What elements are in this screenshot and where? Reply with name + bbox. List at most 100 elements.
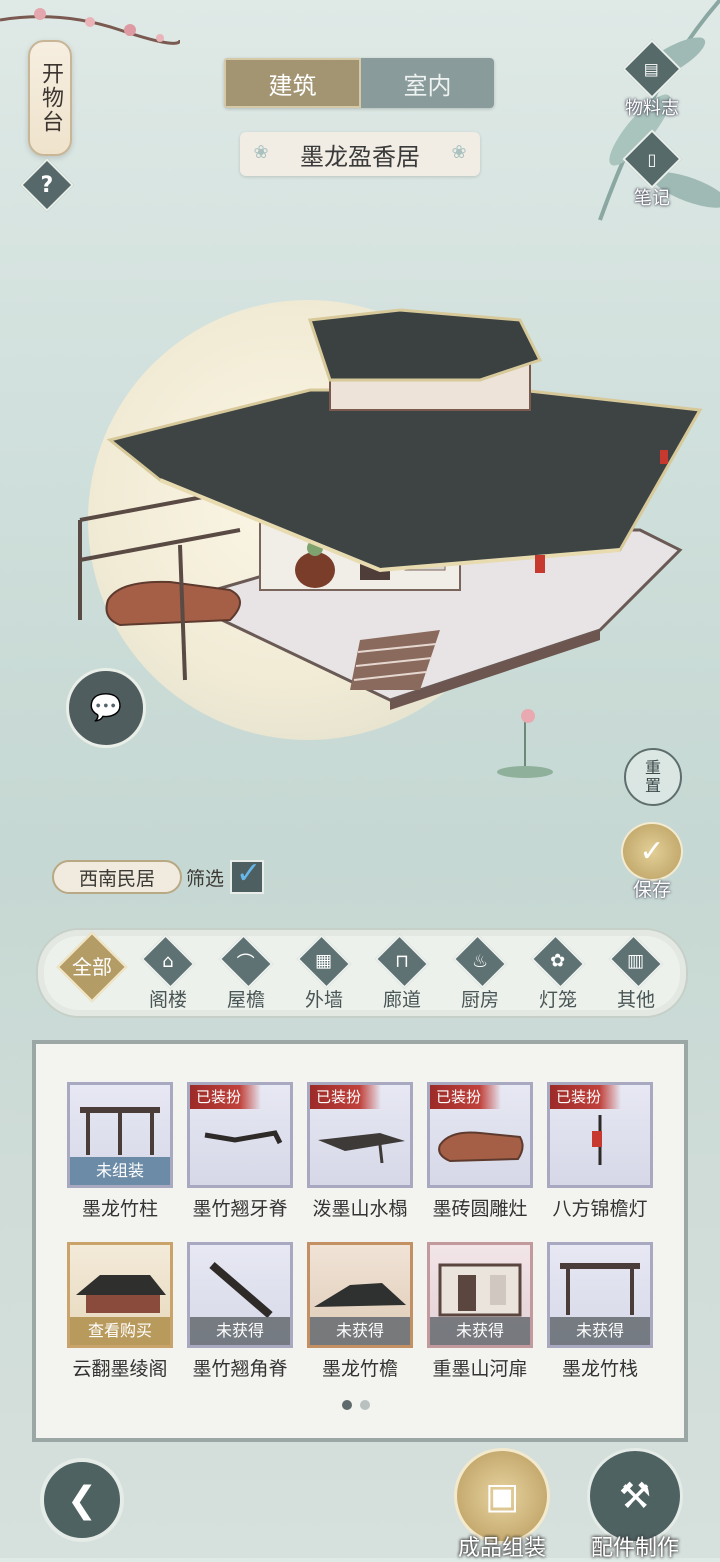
item-card[interactable]: 未获得 墨竹翘角脊 (187, 1242, 293, 1382)
help-button[interactable]: ? (20, 158, 74, 212)
item-name: 墨龙竹檐 (321, 1358, 398, 1380)
plum-branch-decoration (0, 8, 180, 45)
item-card[interactable]: 查看购买 云翻墨绫阁 (67, 1242, 173, 1382)
flower-icon: ❀ (253, 142, 269, 163)
item-name: 泼墨山水榻 (312, 1198, 408, 1220)
building-title-bar: ❀ 墨龙盈香居 ❀ (240, 132, 480, 176)
category-label: 其他 (616, 989, 655, 1011)
category-kitchen[interactable]: ♨ 厨房 (444, 934, 516, 1012)
page-dot[interactable] (342, 1400, 352, 1410)
item-name: 墨龙竹栈 (561, 1358, 638, 1380)
chat-button[interactable]: 💬 (66, 668, 146, 748)
tab-interior[interactable]: 室内 (361, 58, 494, 108)
region-selector[interactable]: 西南民居 (52, 860, 182, 894)
item-thumbnail: 未获得 (547, 1242, 653, 1348)
item-card[interactable]: 已装扮 墨竹翘牙脊 (187, 1082, 293, 1222)
item-card[interactable]: 未组装 墨龙竹柱 (67, 1082, 173, 1222)
other-icon: ▥ (608, 934, 664, 989)
equipped-tag: 已装扮 (310, 1085, 382, 1109)
item-thumbnail: 未获得 (187, 1242, 293, 1348)
category-label: 屋檐 (226, 989, 265, 1011)
item-name: 重墨山河扉 (432, 1358, 528, 1380)
item-thumbnail: 已装扮 (427, 1082, 533, 1188)
item-thumbnail: 未组装 (67, 1082, 173, 1188)
craft-button[interactable]: ⚒ 配件制作 (580, 1448, 690, 1562)
back-button[interactable]: ❮ (40, 1458, 124, 1542)
materials-button[interactable]: ▤ 物料志 (612, 39, 692, 120)
mode-tabs: 建筑 室内 (224, 58, 494, 108)
item-card[interactable]: 未获得 墨龙竹栈 (547, 1242, 653, 1382)
equipped-tag: 已装扮 (190, 1085, 262, 1109)
equipped-tag: 已装扮 (430, 1085, 502, 1109)
filter-checkbox[interactable] (230, 856, 265, 894)
page-dot[interactable] (360, 1400, 370, 1410)
item-status: 未获得 (190, 1317, 290, 1345)
lantern-icon: ✿ (530, 934, 586, 989)
chat-bubble-icon: 💬 (89, 693, 123, 723)
kitchen-icon: ♨ (452, 934, 508, 989)
category-other[interactable]: ▥ 其他 (600, 934, 672, 1012)
category-label: 阁楼 (148, 989, 187, 1011)
assemble-label: 成品组装 (457, 1536, 546, 1561)
category-pavilion[interactable]: ⌂ 阁楼 (132, 934, 204, 1012)
notes-button[interactable]: ▯ 笔记 (612, 129, 692, 210)
item-card[interactable]: 已装扮 泼墨山水榻 (307, 1082, 413, 1222)
pillar-frame-icon (80, 1107, 160, 1155)
item-name: 墨竹翘牙脊 (192, 1198, 288, 1220)
item-name: 云翻墨绫阁 (72, 1358, 168, 1380)
category-wall[interactable]: ▦ 外墙 (288, 934, 360, 1012)
save-button[interactable]: ✓ 保存 (620, 822, 684, 902)
category-all[interactable]: 全部 (56, 931, 128, 1012)
item-status: 未获得 (550, 1317, 650, 1345)
item-card[interactable]: 未获得 墨龙竹檐 (307, 1242, 413, 1382)
category-label: 灯笼 (538, 989, 577, 1011)
item-name: 墨砖圆雕灶 (432, 1198, 528, 1220)
reset-label-1: 重 (644, 758, 661, 777)
category-label: 厨房 (460, 989, 499, 1011)
wall-icon: ▦ (296, 934, 352, 989)
item-thumbnail: 未获得 (427, 1242, 533, 1348)
trellis-icon (560, 1263, 640, 1315)
save-label: 保存 (632, 879, 671, 901)
item-card[interactable]: 未获得 重墨山河扉 (427, 1242, 533, 1382)
assemble-button[interactable]: ▣ 成品组装 (452, 1448, 552, 1562)
cards-icon: ▤ (622, 39, 682, 99)
item-card[interactable]: 已装扮 墨砖圆雕灶 (427, 1082, 533, 1222)
filter-label: 筛选 (186, 867, 225, 890)
category-eaves[interactable]: ⌒ 屋檐 (210, 934, 282, 1012)
item-name: 八方锦檐灯 (552, 1198, 648, 1220)
question-icon: ? (40, 172, 54, 198)
all-icon: 全部 (56, 931, 128, 1003)
page-indicator (342, 1400, 370, 1410)
flower-icon: ❀ (451, 142, 467, 163)
category-bar: 全部 ⌂ 阁楼 ⌒ 屋檐 ▦ 外墙 ⊓ 廊道 ♨ 厨房 ✿ 灯笼 ▥ 其他 (36, 928, 688, 1018)
item-status: 查看购买 (70, 1317, 170, 1345)
item-card[interactable]: 已装扮 八方锦檐灯 (547, 1082, 653, 1222)
notebook-icon: ▯ (622, 129, 682, 189)
building-title: 墨龙盈香居 (300, 142, 420, 171)
item-thumbnail: 已装扮 (187, 1082, 293, 1188)
item-status: 未获得 (430, 1317, 530, 1345)
lotus-decoration (497, 709, 553, 778)
building-preview[interactable] (60, 300, 710, 720)
item-thumbnail: 已装扮 (547, 1082, 653, 1188)
tab-building[interactable]: 建筑 (224, 58, 361, 108)
workbench-lantern-sign[interactable]: 开物台 (28, 40, 72, 156)
eaves-icon (314, 1283, 406, 1307)
category-corridor[interactable]: ⊓ 廊道 (366, 934, 438, 1012)
pavilion-icon (76, 1275, 166, 1313)
craft-label: 配件制作 (590, 1536, 679, 1561)
item-name: 墨竹翘角脊 (192, 1358, 288, 1380)
item-status: 未组装 (70, 1157, 170, 1185)
category-lantern[interactable]: ✿ 灯笼 (522, 934, 594, 1012)
corridor-icon: ⊓ (374, 934, 430, 989)
workbench-label: 开物台 (38, 62, 63, 134)
reset-button[interactable]: 重 置 (624, 748, 682, 806)
eaves-icon: ⌒ (218, 934, 274, 989)
category-label: 外墙 (304, 989, 343, 1011)
item-name: 墨龙竹柱 (81, 1198, 158, 1220)
ridge-corner-icon (209, 1261, 273, 1319)
filter-toggle[interactable]: 筛选 (186, 856, 265, 896)
equipped-tag: 已装扮 (550, 1085, 622, 1109)
pavilion-icon: ⌂ (140, 934, 196, 989)
